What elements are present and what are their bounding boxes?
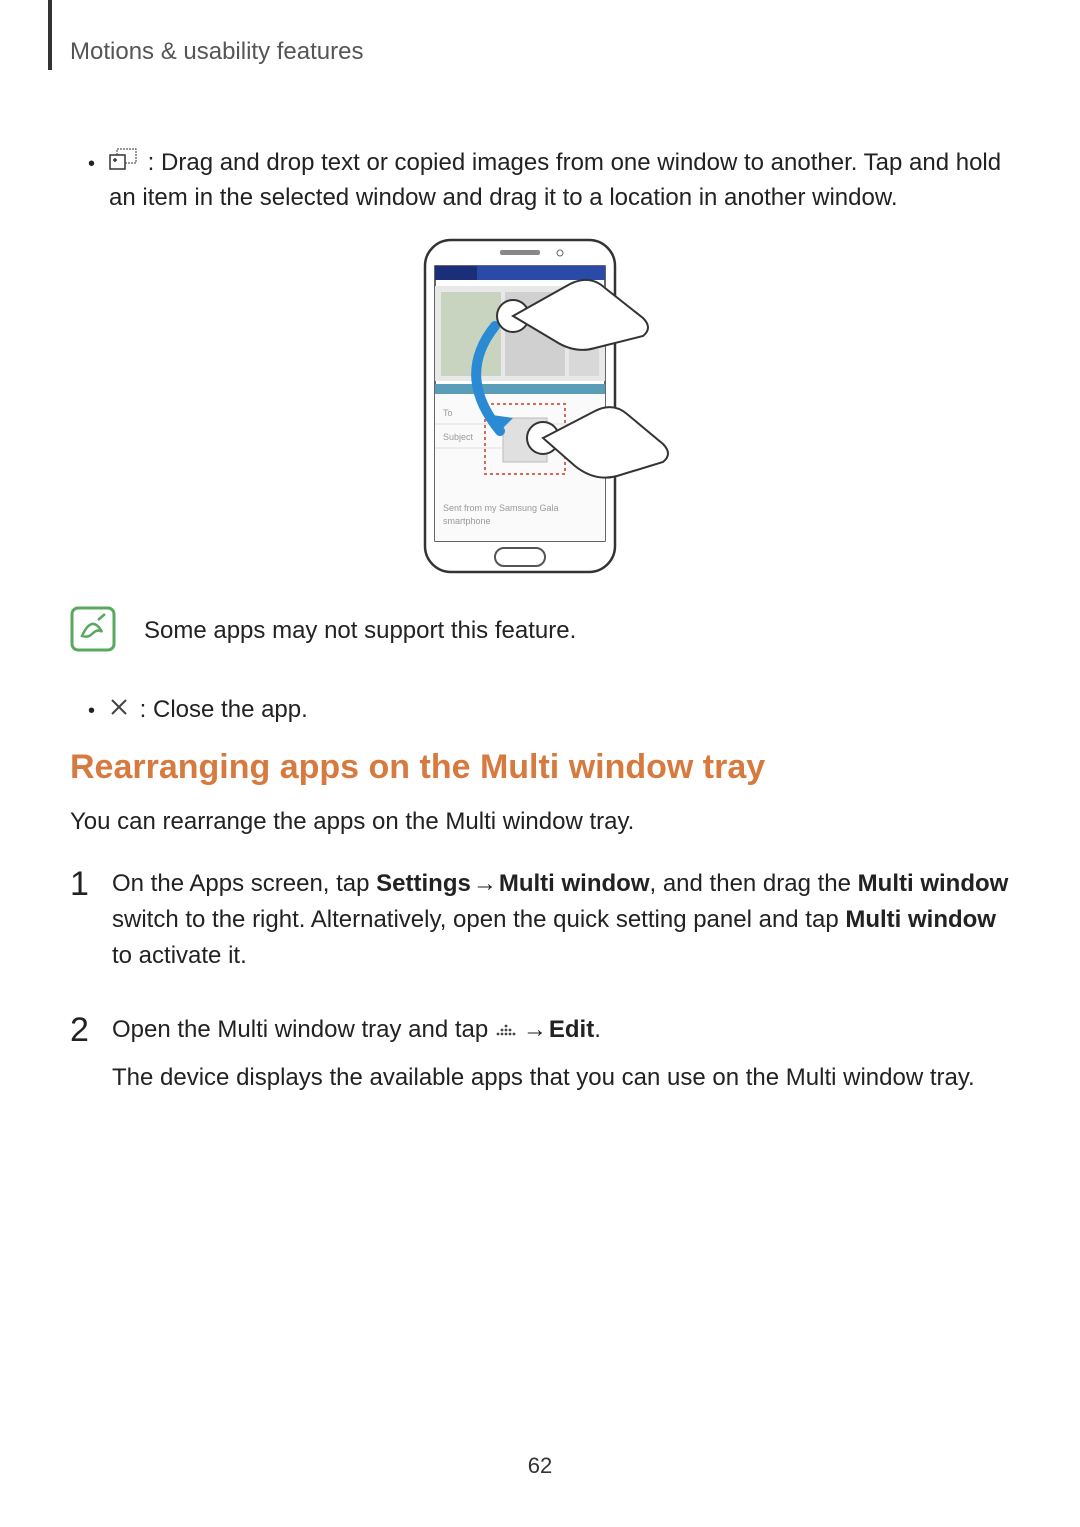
s2-p2: The device displays the available apps t… <box>112 1060 1010 1096</box>
bullet-close-app: • : Close the app. <box>88 693 1010 728</box>
grid-dots-icon <box>495 1012 517 1048</box>
illustration-container: To Subject Sent from my Samsung Gala sma… <box>70 236 1010 576</box>
s1-b2: Multi window <box>499 870 650 897</box>
close-icon <box>109 693 129 728</box>
breadcrumb: Motions & usability features <box>70 38 1010 66</box>
phone-drag-illustration: To Subject Sent from my Samsung Gala sma… <box>395 236 685 576</box>
svg-text:To: To <box>443 408 453 418</box>
step-body-1: On the Apps screen, tap Settings → Multi… <box>112 866 1010 986</box>
arrow-icon: → <box>523 1012 547 1048</box>
step-body-2: Open the Multi window tray and tap → Edi… <box>112 1012 1010 1109</box>
step-number-2: 2 <box>70 1012 112 1109</box>
section-heading: Rearranging apps on the Multi window tra… <box>70 748 1010 787</box>
s1-t3: switch to the right. Alternatively, open… <box>112 906 845 933</box>
bullet-marker: • <box>88 697 95 728</box>
s1-t1: On the Apps screen, tap <box>112 870 376 897</box>
svg-text:smartphone: smartphone <box>443 516 491 526</box>
bullet-body: : Drag and drop text or copied images fr… <box>109 146 1010 216</box>
svg-text:Subject: Subject <box>443 432 474 442</box>
s1-b1: Settings <box>376 870 471 897</box>
page-number: 62 <box>0 1453 1080 1479</box>
bullet-drag-drop: • : Drag and drop text or copied images … <box>88 146 1010 216</box>
bullet-marker: • <box>88 150 95 216</box>
step-number-1: 1 <box>70 866 112 986</box>
s2-b1: Edit <box>549 1016 594 1043</box>
header-accent-line <box>48 0 52 70</box>
step-2: 2 Open the Multi window tray and tap → E… <box>70 1012 1010 1109</box>
bullet-drag-drop-text: : Drag and drop text or copied images fr… <box>109 149 1001 211</box>
s1-b4: Multi window <box>845 906 996 933</box>
bullet-body: : Close the app. <box>109 693 1010 728</box>
section-intro: You can rearrange the apps on the Multi … <box>70 805 1010 840</box>
step-1: 1 On the Apps screen, tap Settings → Mul… <box>70 866 1010 986</box>
drag-drop-icon <box>109 146 137 181</box>
s2-t1: Open the Multi window tray and tap <box>112 1016 495 1043</box>
content-area: • : Drag and drop text or copied images … <box>70 146 1010 1108</box>
svg-text:Sent from my Samsung Gala: Sent from my Samsung Gala <box>443 503 559 513</box>
arrow-icon: → <box>473 866 497 902</box>
s1-t2: , and then drag the <box>650 870 858 897</box>
note-row: Some apps may not support this feature. <box>70 606 1010 657</box>
s1-b3: Multi window <box>858 870 1009 897</box>
note-icon <box>70 606 116 657</box>
s1-t4: to activate it. <box>112 942 247 969</box>
bullet-close-text: : Close the app. <box>133 696 308 723</box>
note-text: Some apps may not support this feature. <box>144 617 576 645</box>
s2-t2: . <box>594 1016 601 1043</box>
